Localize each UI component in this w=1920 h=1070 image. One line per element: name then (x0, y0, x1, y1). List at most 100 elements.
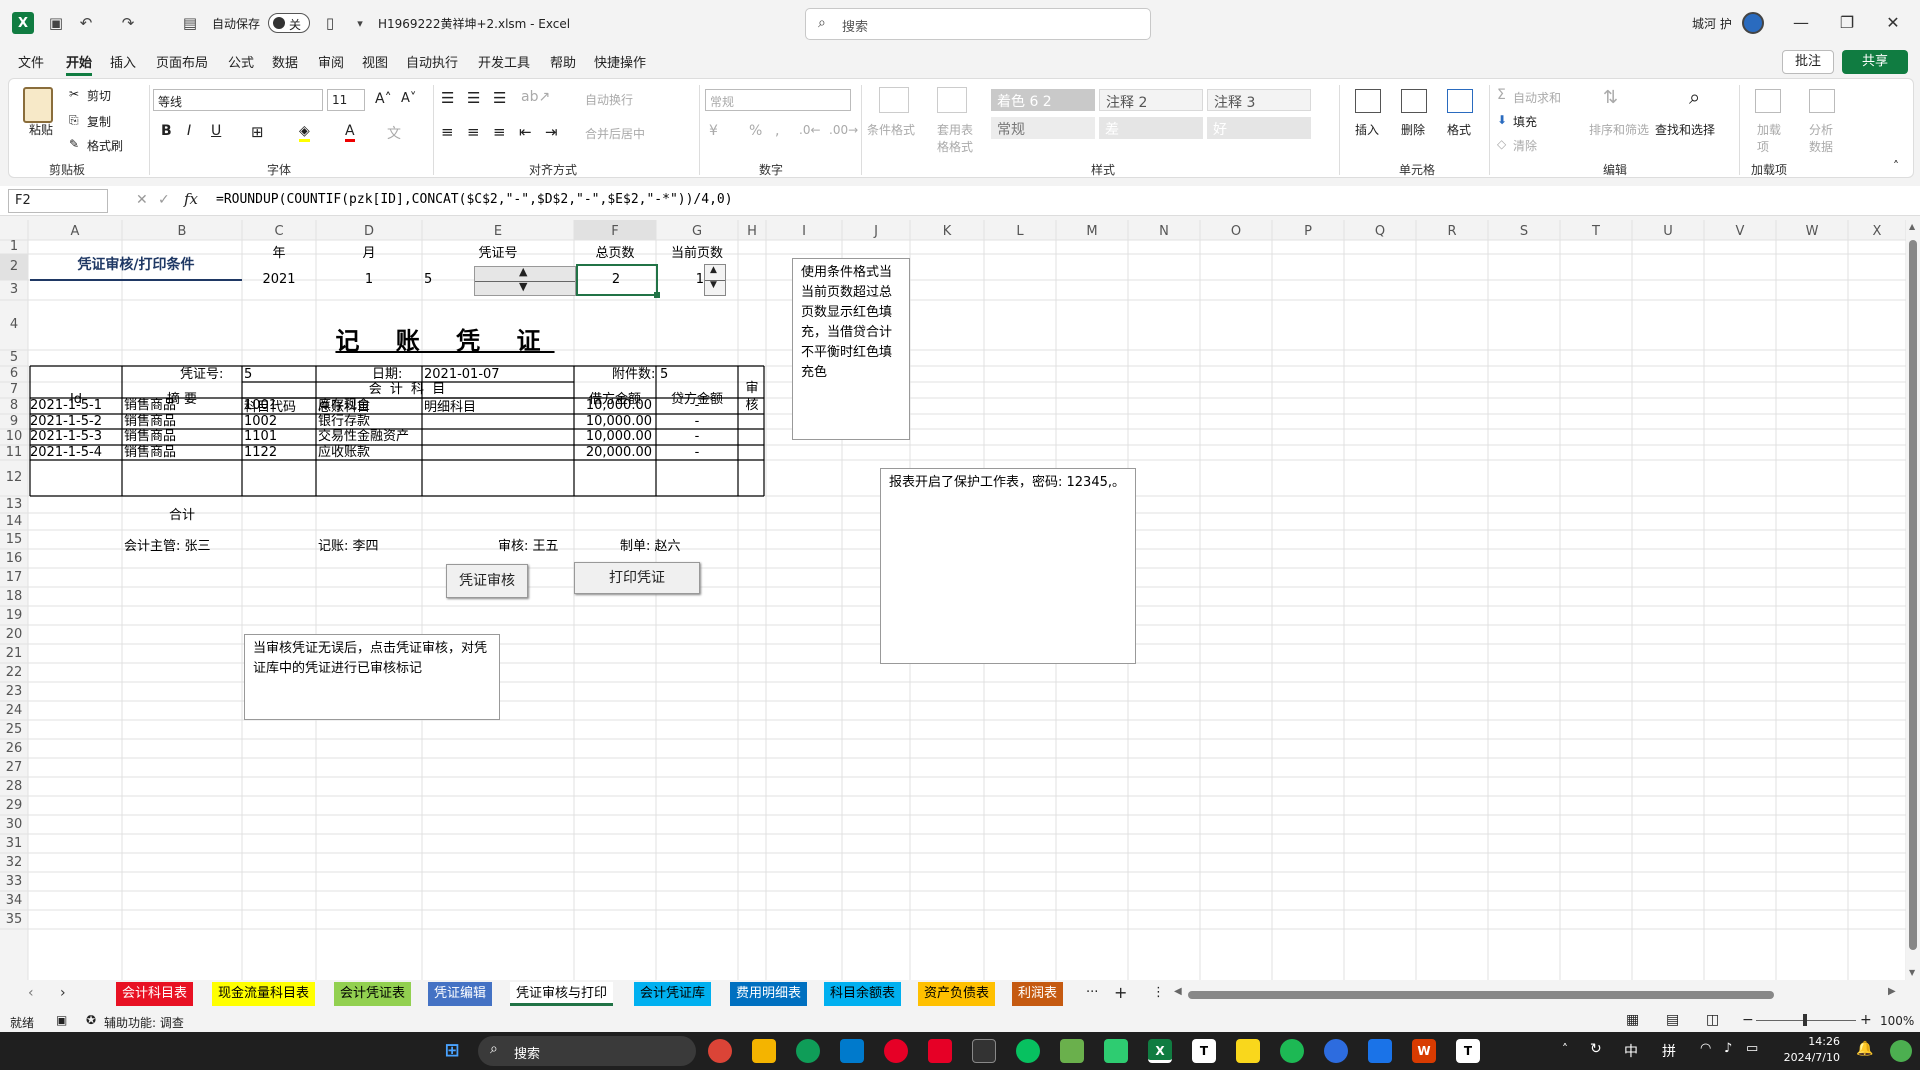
align-middle-icon[interactable]: ☰ (467, 89, 480, 107)
page-up-icon[interactable]: ▲ (710, 265, 717, 275)
sheet-tab[interactable]: 会计凭证表 (334, 982, 412, 1006)
row-header-25[interactable]: 25 (0, 722, 28, 737)
year-value[interactable]: 2021 (242, 270, 316, 289)
column-header-o[interactable]: O (1200, 224, 1272, 240)
menu-help[interactable]: 帮助 (550, 52, 576, 71)
form-icon[interactable]: ▤ (180, 13, 200, 33)
menu-page-layout[interactable]: 页面布局 (156, 52, 208, 71)
column-header-x[interactable]: X (1848, 224, 1906, 240)
column-header-q[interactable]: Q (1344, 224, 1416, 240)
excel-taskbar-icon[interactable]: X (1148, 1039, 1172, 1063)
formula-input[interactable]: =ROUNDUP(COUNTIF(pzk[ID],CONCAT($C$2,"-"… (216, 192, 733, 207)
menu-formulas[interactable]: 公式 (228, 52, 254, 71)
copy-label[interactable]: 复制 (87, 113, 111, 130)
scrollbar-thumb[interactable] (1909, 240, 1917, 950)
column-header-f[interactable]: F (574, 224, 656, 240)
insert-cells-icon[interactable] (1355, 89, 1381, 113)
find-select-label[interactable]: 查找和选择 (1655, 121, 1715, 138)
format-cells-icon[interactable] (1447, 89, 1473, 113)
wrap-text-button[interactable]: 自动换行 (585, 91, 633, 108)
column-header-u[interactable]: U (1632, 224, 1704, 240)
align-bottom-icon[interactable]: ☰ (493, 89, 506, 107)
ime-mode-2[interactable]: 拼 (1662, 1041, 1676, 1061)
align-left-icon[interactable]: ≡ (441, 123, 454, 141)
sheet-tab[interactable]: 会计凭证库 (634, 982, 712, 1006)
fill-label[interactable]: 填充 (1513, 113, 1537, 130)
style-accent6-2[interactable]: 着色 6 2 (991, 89, 1095, 111)
volume-icon[interactable]: ♪ (1724, 1041, 1732, 1056)
style-note-2[interactable]: 注释 2 (1099, 89, 1203, 111)
zoom-out-icon[interactable]: − (1742, 1012, 1754, 1028)
column-header-k[interactable]: K (910, 224, 984, 240)
sheet-tab[interactable]: 会计科目表 (116, 982, 194, 1006)
new-file-icon[interactable]: ▯ (320, 13, 340, 33)
column-header-w[interactable]: W (1776, 224, 1848, 240)
style-normal[interactable]: 常规 (991, 117, 1095, 139)
comma-icon[interactable]: , (775, 123, 779, 139)
font-color-icon[interactable]: A (345, 123, 355, 142)
sheet-tab[interactable]: 凭证审核与打印 (510, 982, 614, 1006)
column-header-p[interactable]: P (1272, 224, 1344, 240)
sort-filter-label[interactable]: 排序和筛选 (1589, 121, 1649, 138)
wechat-icon[interactable] (1016, 1039, 1040, 1063)
increase-decimal-icon[interactable]: .0← (799, 123, 821, 137)
sheet-tab[interactable]: 利润表 (1012, 982, 1064, 1006)
clear-label[interactable]: 清除 (1513, 137, 1537, 154)
collapse-ribbon-icon[interactable]: ˄ (1893, 159, 1899, 173)
cancel-icon[interactable]: ✕ (136, 192, 148, 208)
autosum-icon[interactable]: Σ (1497, 87, 1506, 103)
row-header-20[interactable]: 20 (0, 627, 28, 642)
column-header-g[interactable]: G (656, 224, 738, 240)
copilot-icon[interactable] (1890, 1040, 1912, 1062)
menu-home[interactable]: 开始 (66, 52, 93, 76)
close-icon[interactable]: ✕ (1870, 10, 1916, 36)
row-header-35[interactable]: 35 (0, 912, 28, 927)
clock-date[interactable]: 2024/7/10 (1780, 1051, 1840, 1064)
current-page-value[interactable]: 1 (658, 270, 704, 289)
style-good[interactable]: 好 (1207, 117, 1311, 139)
autosum-label[interactable]: 自动求和 (1513, 89, 1561, 106)
zoom-slider-thumb[interactable] (1803, 1014, 1807, 1026)
scroll-up-icon[interactable]: ▲ (1909, 222, 1915, 231)
accessibility-icon[interactable]: ✪ (86, 1013, 96, 1027)
worksheet-grid[interactable]: ABCDEFGHIJKLMNOPQRSTUVWX 1 2 3 4 5 6 7 8 9 10 11 12… (0, 220, 1906, 980)
clear-icon[interactable]: ◇ (1497, 137, 1506, 151)
tab-options-icon[interactable]: ⋮ (1152, 985, 1165, 1000)
menu-developer[interactable]: 开发工具 (478, 52, 530, 71)
row-header-2[interactable]: 2 (0, 259, 28, 274)
restore-icon[interactable]: ❐ (1824, 10, 1870, 36)
format-as-table-icon[interactable] (937, 87, 967, 113)
format-painter-label[interactable]: 格式刷 (87, 137, 123, 154)
page-layout-view-icon[interactable]: ▤ (1666, 1012, 1679, 1028)
align-center-icon[interactable]: ≡ (467, 123, 480, 141)
phonetic-icon[interactable]: 文 (387, 123, 401, 143)
style-bad[interactable]: 差 (1099, 117, 1203, 139)
customize-dropdown-icon[interactable]: ▾ (350, 13, 370, 33)
column-header-s[interactable]: S (1488, 224, 1560, 240)
addins-icon[interactable] (1755, 89, 1781, 113)
insert-cells-label[interactable]: 插入 (1355, 121, 1379, 138)
row-header-19[interactable]: 19 (0, 608, 28, 623)
bold-button[interactable]: B (161, 123, 172, 139)
column-header-i[interactable]: I (766, 224, 842, 240)
border-icon[interactable]: ⊞ (251, 123, 264, 141)
column-header-r[interactable]: R (1416, 224, 1488, 240)
sort-filter-icon[interactable]: ⇅ (1603, 87, 1618, 108)
row-header-28[interactable]: 28 (0, 779, 28, 794)
row-header-22[interactable]: 22 (0, 665, 28, 680)
column-header-c[interactable]: C (242, 224, 316, 240)
indent-decrease-icon[interactable]: ⇤ (519, 123, 532, 141)
horizontal-scrollbar-thumb[interactable] (1188, 991, 1774, 999)
column-header-a[interactable]: A (28, 224, 122, 240)
vertical-scrollbar[interactable]: ▲ ▼ (1906, 220, 1920, 980)
column-header-t[interactable]: T (1560, 224, 1632, 240)
column-header-j[interactable]: J (842, 224, 910, 240)
app-red-icon[interactable] (928, 1039, 952, 1063)
netease-music-icon[interactable] (884, 1039, 908, 1063)
row-header-17[interactable]: 17 (0, 570, 28, 585)
autosave-toggle[interactable]: 关 (268, 13, 310, 33)
file-explorer-icon[interactable] (752, 1039, 776, 1063)
undo-icon[interactable]: ↶ (76, 13, 96, 33)
align-right-icon[interactable]: ≡ (493, 123, 506, 141)
app-green-icon[interactable] (1104, 1039, 1128, 1063)
